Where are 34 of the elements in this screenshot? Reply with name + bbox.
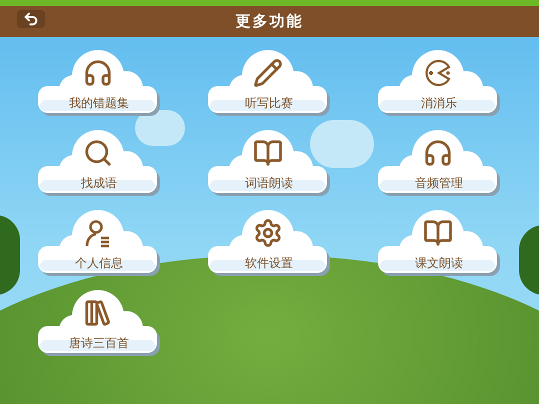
cloud-menu-button[interactable]: 找成语 (38, 130, 160, 196)
cloud-menu-button[interactable]: 课文朗读 (378, 210, 500, 276)
feature-label: 听写比赛 (245, 97, 293, 109)
feature-label: 个人信息 (75, 257, 123, 269)
settings-icon (253, 218, 283, 248)
feature-label: 音频管理 (415, 177, 463, 189)
sky-cloud (310, 120, 374, 168)
pencil-icon (253, 58, 283, 88)
cloud-menu-button[interactable]: 音频管理 (378, 130, 500, 196)
pacman-icon (423, 58, 453, 88)
feature-label: 找成语 (81, 177, 117, 189)
cloud-menu-button[interactable]: 消消乐 (378, 50, 500, 116)
feature-label: 唐诗三百首 (69, 337, 129, 349)
cloud-menu-button[interactable]: 软件设置 (208, 210, 330, 276)
page-title: 更多功能 (236, 11, 304, 32)
books-icon (83, 298, 113, 328)
feature-label: 我的错题集 (69, 97, 129, 109)
cloud-menu-button[interactable]: 我的错题集 (38, 50, 160, 116)
back-icon (23, 11, 39, 27)
cloud-menu-button[interactable]: 唐诗三百首 (38, 290, 160, 356)
back-button[interactable] (17, 10, 45, 28)
cloud-menu-button[interactable]: 听写比赛 (208, 50, 330, 116)
feature-label: 词语朗读 (245, 177, 293, 189)
feature-label: 消消乐 (421, 97, 457, 109)
search-icon (83, 138, 113, 168)
feature-label: 软件设置 (245, 257, 293, 269)
sky-cloud (135, 110, 185, 146)
open-book-icon (253, 138, 283, 168)
open-book-icon (423, 218, 453, 248)
headphones-icon (423, 138, 453, 168)
headphones-icon (83, 58, 113, 88)
cloud-menu-button[interactable]: 词语朗读 (208, 130, 330, 196)
cloud-menu-button[interactable]: 个人信息 (38, 210, 160, 276)
feature-label: 课文朗读 (415, 257, 463, 269)
